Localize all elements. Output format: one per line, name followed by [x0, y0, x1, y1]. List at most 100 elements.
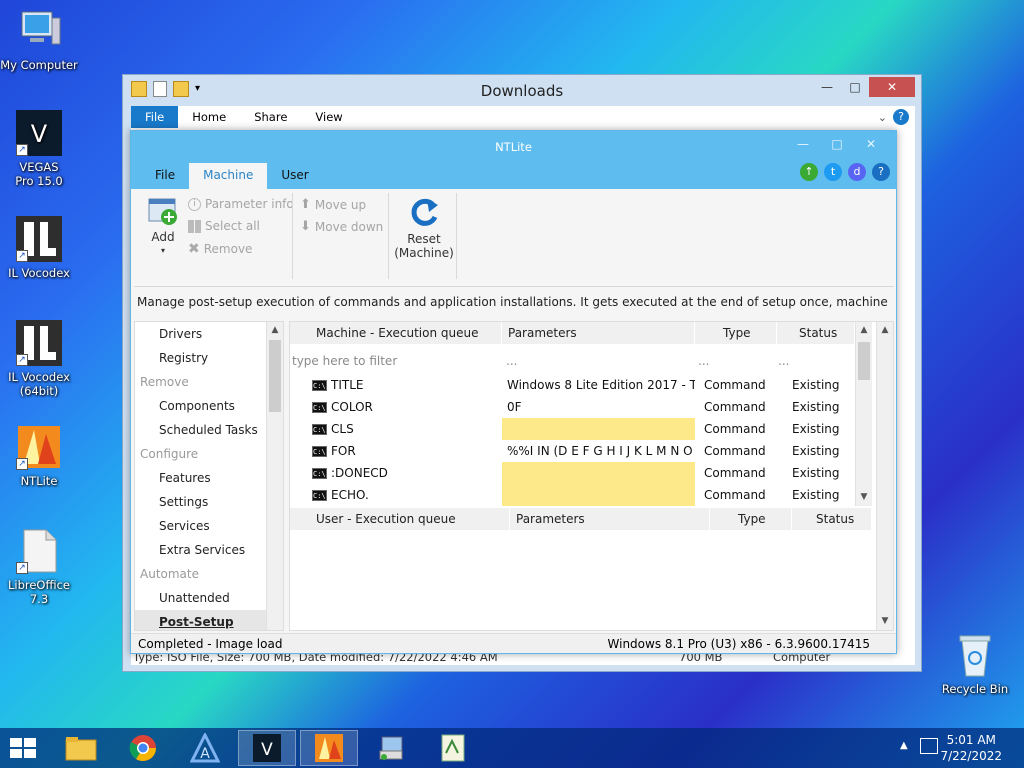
close-icon[interactable]: ✕ — [869, 77, 915, 97]
sidebar-item-components[interactable]: Components — [135, 394, 267, 418]
table-row[interactable]: C:\ CLS Command Existing — [290, 418, 855, 440]
sidebar-item-scheduled-tasks[interactable]: Scheduled Tasks — [135, 418, 267, 442]
taskbar-installer[interactable] — [362, 730, 420, 766]
parameter-info-button[interactable]: i Parameter info — [188, 197, 294, 211]
desktop-icon-ntlite[interactable]: ↗ NTLite — [0, 424, 78, 488]
table-row[interactable]: C:\ FOR %%I IN (D E F G H I J K L M N O P.… — [290, 440, 855, 462]
tab-machine[interactable]: Machine — [189, 163, 268, 189]
filter-type-input[interactable]: ... — [698, 354, 709, 368]
select-all-button[interactable]: Select all — [188, 219, 260, 233]
sidebar-item-services[interactable]: Services — [135, 514, 267, 538]
column-header-machine-queue[interactable]: Machine - Execution queue — [290, 322, 502, 344]
ntlite-titlebar[interactable]: NTLite — □ ✕ File Machine User ↑ t d ? — [131, 131, 896, 189]
sidebar-scrollbar[interactable]: ▲ — [266, 322, 283, 630]
column-header-user-type[interactable]: Type — [710, 508, 792, 530]
taskbar-notepad-app[interactable] — [424, 730, 482, 766]
tab-file[interactable]: File — [141, 163, 189, 189]
tray-expand-icon[interactable]: ▲ — [900, 740, 908, 751]
filter-params-input[interactable]: ... — [506, 354, 517, 368]
scroll-thumb[interactable] — [269, 340, 281, 412]
desktop-icon-label: Recycle Bin — [941, 682, 1009, 696]
explorer-tab-view[interactable]: View — [301, 110, 356, 124]
page-description: Manage post-setup execution of commands … — [137, 295, 889, 309]
scroll-up-icon[interactable]: ▲ — [267, 322, 283, 339]
help-icon[interactable]: ? — [893, 109, 909, 125]
column-header-status[interactable]: Status — [777, 322, 855, 344]
desktop-icon-recycle-bin[interactable]: Recycle Bin — [936, 632, 1014, 696]
tab-user[interactable]: User — [267, 163, 322, 189]
scroll-down-icon[interactable]: ▼ — [877, 613, 893, 630]
taskbar-app-a[interactable]: A — [176, 730, 234, 766]
discord-icon[interactable]: d — [848, 163, 866, 181]
taskbar-chrome[interactable] — [114, 730, 172, 766]
shortcut-arrow-icon: ↗ — [16, 562, 28, 574]
minimize-icon[interactable]: — — [788, 137, 818, 151]
scroll-up-icon[interactable]: ▲ — [856, 322, 872, 339]
table-row[interactable]: C:\ COLOR 0F Command Existing — [290, 396, 855, 418]
add-label: Add — [151, 230, 175, 244]
explorer-titlebar[interactable]: ▾ Downloads — □ ✕ — [123, 75, 921, 105]
editor-icon — [441, 734, 465, 762]
arrow-up-icon: ⬆ — [300, 197, 311, 212]
desktop-icon-libreoffice[interactable]: ↗ LibreOffice 7.3 — [0, 528, 78, 606]
minimize-icon[interactable]: — — [813, 77, 841, 97]
cell-parameters: Windows 8 Lite Edition 2017 - Tal... — [502, 374, 695, 396]
column-header-user-status[interactable]: Status — [792, 508, 872, 530]
cell-command-name-text: COLOR — [331, 400, 373, 414]
scroll-down-icon[interactable]: ▼ — [856, 489, 872, 506]
move-up-button[interactable]: ⬆ Move up — [300, 197, 366, 212]
twitter-icon[interactable]: t — [824, 163, 842, 181]
sidebar-item-extra-services[interactable]: Extra Services — [135, 538, 267, 562]
ntlite-window[interactable]: NTLite — □ ✕ File Machine User ↑ t d ? A… — [130, 130, 897, 654]
desktop-icon-il-vocodex-64[interactable]: ↗ IL Vocodex (64bit) — [0, 320, 78, 398]
reset-machine-button[interactable]: Reset (Machine) — [394, 195, 454, 260]
network-icon[interactable] — [920, 738, 938, 754]
close-icon[interactable]: ✕ — [856, 137, 886, 151]
il-vocodex-icon: ↗ — [16, 216, 62, 262]
table-row[interactable]: C:\:DONECD Command Existing — [290, 462, 855, 484]
table-row[interactable]: C:\ TITLE Windows 8 Lite Edition 2017 - Ta… — [290, 374, 855, 396]
filter-status-input[interactable]: ... — [778, 354, 789, 368]
taskbar-vegas-pro[interactable]: V — [238, 730, 296, 766]
update-arrow-icon[interactable]: ↑ — [800, 163, 818, 181]
desktop-icon-label: VEGAS Pro 15.0 — [15, 160, 63, 188]
remove-button[interactable]: ✖ Remove — [188, 241, 252, 257]
cell-command-name: C:\ ECHO. — [312, 484, 500, 506]
explorer-tab-home[interactable]: Home — [178, 110, 240, 124]
cell-type: Command — [704, 378, 766, 392]
column-header-parameters[interactable]: Parameters — [502, 322, 695, 344]
start-button[interactable] — [8, 736, 38, 760]
column-header-user-parameters[interactable]: Parameters — [510, 508, 710, 530]
desktop-icon-il-vocodex[interactable]: ↗ IL Vocodex — [0, 216, 78, 280]
sidebar-item-unattended[interactable]: Unattended — [135, 586, 267, 610]
desktop-icon-my-computer[interactable]: My Computer — [0, 8, 78, 72]
ribbon-expand-icon[interactable]: ⌄ — [878, 111, 887, 124]
maximize-icon[interactable]: □ — [841, 77, 869, 97]
sidebar-item-post-setup[interactable]: Post-Setup — [135, 610, 267, 630]
taskbar-ntlite[interactable] — [300, 730, 358, 766]
column-header-type[interactable]: Type — [695, 322, 777, 344]
taskbar-file-explorer[interactable] — [52, 730, 110, 766]
filter-name-input[interactable]: type here to filter — [292, 354, 397, 368]
explorer-tab-share[interactable]: Share — [240, 110, 301, 124]
desktop-icon-vegas-pro[interactable]: V ↗ VEGAS Pro 15.0 — [0, 110, 78, 188]
scroll-thumb[interactable] — [858, 342, 870, 380]
explorer-tab-file[interactable]: File — [131, 106, 179, 128]
panel-scrollbar[interactable]: ▲ ▼ — [876, 322, 893, 630]
move-down-button[interactable]: ⬇ Move down — [300, 219, 383, 234]
sidebar-item-drivers[interactable]: Drivers — [135, 322, 267, 346]
add-button[interactable]: Add ▾ — [144, 195, 182, 258]
table-row[interactable]: C:\ ECHO. Command Existing — [290, 484, 855, 506]
machine-grid-scrollbar[interactable]: ▲ ▼ — [855, 322, 872, 506]
maximize-icon[interactable]: □ — [822, 137, 852, 151]
sidebar-item-settings[interactable]: Settings — [135, 490, 267, 514]
command-prompt-icon: C:\ — [312, 424, 327, 435]
clock-time: 5:01 AM — [946, 733, 996, 747]
sidebar-item-features[interactable]: Features — [135, 466, 267, 490]
help-icon[interactable]: ? — [872, 163, 890, 181]
taskbar-clock[interactable]: 5:01 AM 7/22/2022 — [940, 732, 1002, 764]
scroll-up-icon[interactable]: ▲ — [877, 322, 893, 339]
cell-status: Existing — [792, 444, 840, 458]
sidebar-item-registry[interactable]: Registry — [135, 346, 267, 370]
column-header-user-queue[interactable]: User - Execution queue — [290, 508, 510, 530]
